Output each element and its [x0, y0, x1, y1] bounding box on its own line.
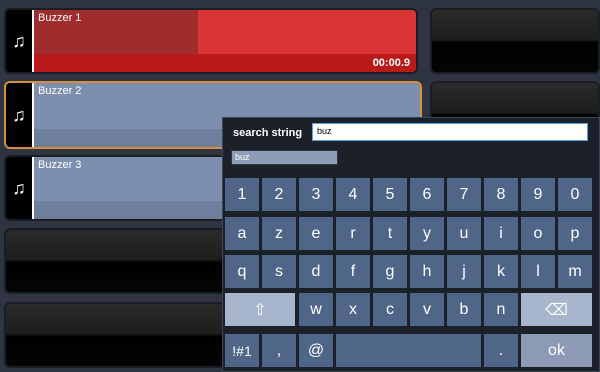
- key-d[interactable]: d: [299, 255, 333, 288]
- key-n[interactable]: n: [484, 293, 518, 326]
- key-v[interactable]: v: [410, 293, 444, 326]
- tile-body: Buzzer 1 00:00.9: [32, 10, 416, 72]
- key-4[interactable]: 4: [336, 178, 370, 211]
- shift-key[interactable]: ⇧: [225, 293, 295, 326]
- key-1[interactable]: 1: [225, 178, 259, 211]
- symbols-key[interactable]: !#1: [225, 334, 259, 367]
- key-m[interactable]: m: [558, 255, 592, 288]
- key-f[interactable]: f: [336, 255, 370, 288]
- backspace-key[interactable]: ⌫: [521, 293, 592, 326]
- key-p[interactable]: p: [558, 217, 592, 250]
- key-g[interactable]: g: [373, 255, 407, 288]
- key-e[interactable]: e: [299, 217, 333, 250]
- key-6[interactable]: 6: [410, 178, 444, 211]
- ok-button[interactable]: ok: [521, 334, 592, 367]
- search-input[interactable]: buz: [312, 123, 588, 141]
- key-q[interactable]: q: [225, 255, 259, 288]
- search-suggestion[interactable]: buz: [231, 150, 338, 165]
- on-screen-keyboard: search string buz buz 1 2 3 4 5 6 7 8 9 …: [222, 117, 600, 372]
- key-at[interactable]: @: [299, 334, 333, 367]
- key-o[interactable]: o: [521, 217, 555, 250]
- key-a[interactable]: a: [225, 217, 259, 250]
- music-note-icon: ♫: [6, 83, 32, 147]
- key-l[interactable]: l: [521, 255, 555, 288]
- key-c[interactable]: c: [373, 293, 407, 326]
- key-w[interactable]: w: [299, 293, 333, 326]
- elapsed-time: 00:00.9: [372, 57, 410, 69]
- key-y[interactable]: y: [410, 217, 444, 250]
- empty-tile[interactable]: [430, 8, 600, 74]
- key-0[interactable]: 0: [558, 178, 592, 211]
- tile-title: Buzzer 3: [38, 159, 82, 171]
- key-b[interactable]: b: [447, 293, 481, 326]
- music-note-icon: ♫: [6, 157, 32, 219]
- shift-icon: ⇧: [253, 301, 267, 319]
- tile-bottom-band: [34, 54, 416, 72]
- key-x[interactable]: x: [336, 293, 370, 326]
- music-note-icon: ♫: [6, 10, 32, 72]
- key-u[interactable]: u: [447, 217, 481, 250]
- key-r[interactable]: r: [336, 217, 370, 250]
- tile-title: Buzzer 2: [38, 85, 82, 97]
- tile-title: Buzzer 1: [38, 12, 82, 24]
- key-period[interactable]: .: [484, 334, 518, 367]
- backspace-icon: ⌫: [545, 301, 568, 319]
- key-z[interactable]: z: [262, 217, 296, 250]
- key-7[interactable]: 7: [447, 178, 481, 211]
- buzzer-1-tile[interactable]: ♫ Buzzer 1 00:00.9: [4, 8, 418, 74]
- key-t[interactable]: t: [373, 217, 407, 250]
- search-label: search string: [233, 127, 303, 139]
- key-comma[interactable]: ,: [262, 334, 296, 367]
- key-8[interactable]: 8: [484, 178, 518, 211]
- space-key[interactable]: [336, 334, 481, 367]
- key-k[interactable]: k: [484, 255, 518, 288]
- key-9[interactable]: 9: [521, 178, 555, 211]
- key-5[interactable]: 5: [373, 178, 407, 211]
- key-s[interactable]: s: [262, 255, 296, 288]
- key-i[interactable]: i: [484, 217, 518, 250]
- key-h[interactable]: h: [410, 255, 444, 288]
- key-2[interactable]: 2: [262, 178, 296, 211]
- key-3[interactable]: 3: [299, 178, 333, 211]
- key-j[interactable]: j: [447, 255, 481, 288]
